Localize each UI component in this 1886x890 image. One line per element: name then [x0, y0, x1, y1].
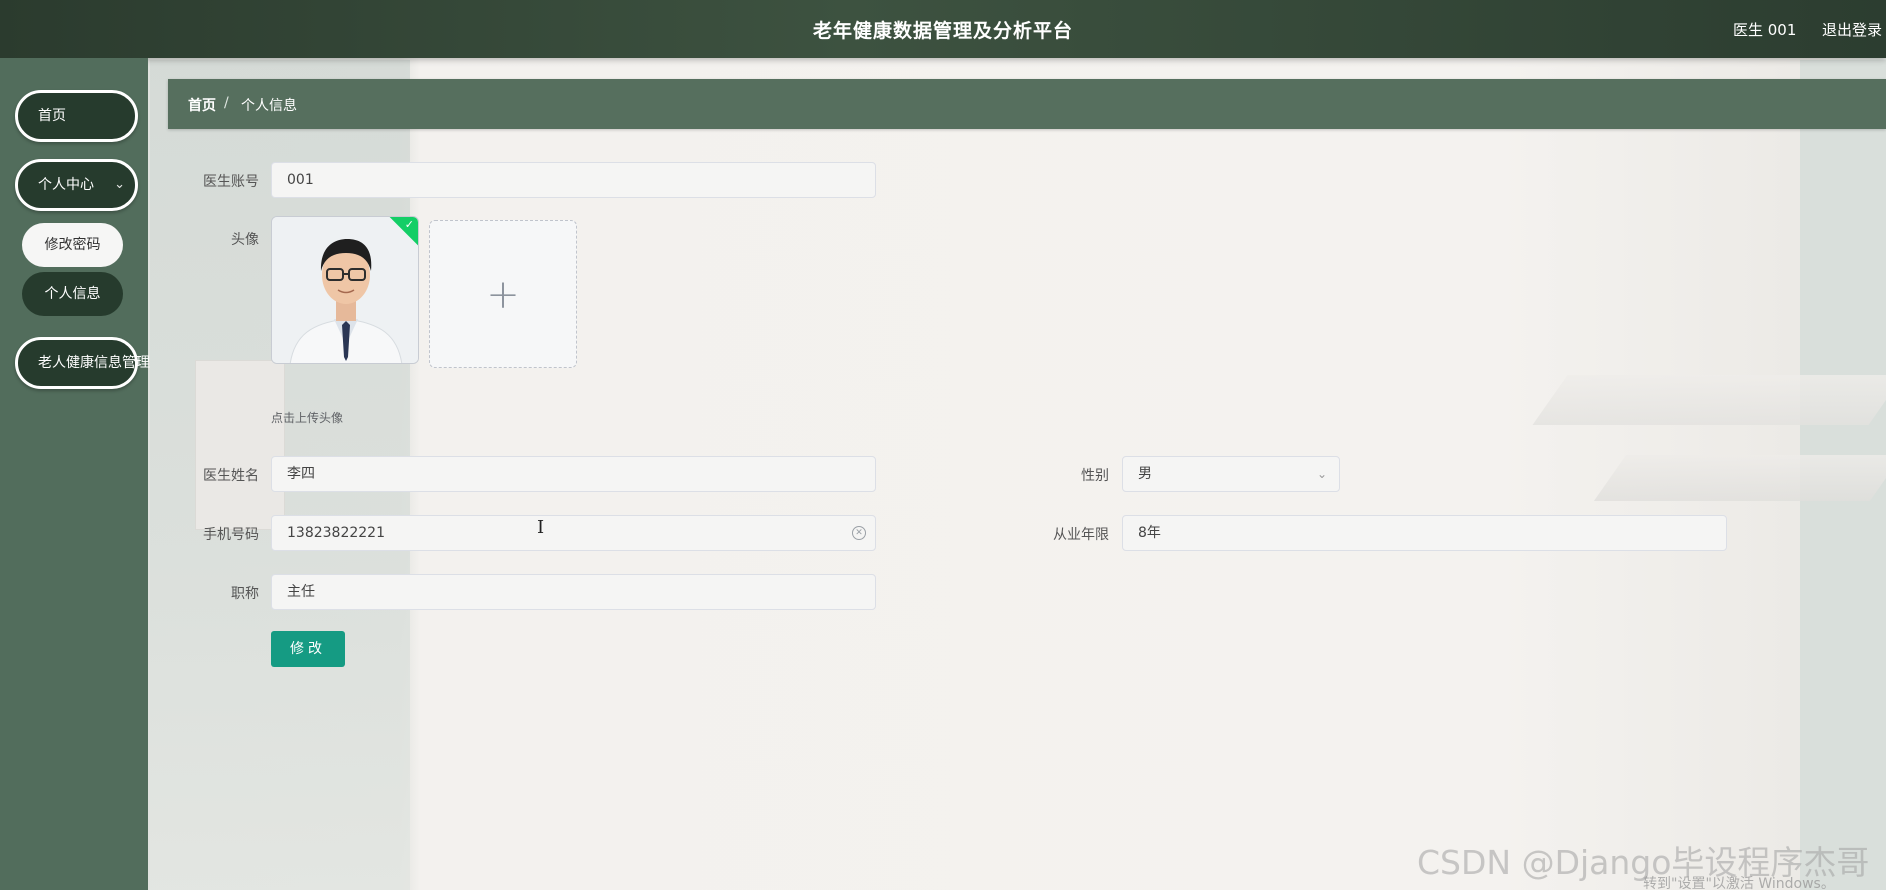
chevron-down-icon: ⌄: [114, 177, 125, 192]
gender-value: 男: [1138, 466, 1152, 482]
title-value: 主任: [287, 584, 315, 600]
avatar-image[interactable]: ✓: [271, 216, 419, 364]
name-label: 医生姓名: [203, 468, 259, 484]
background-shelf: [1593, 455, 1886, 501]
check-icon: ✓: [404, 218, 414, 231]
top-header: 老年健康数据管理及分析平台 医生 001 退出登录: [0, 0, 1886, 58]
sidebar-item-label: 首页: [38, 108, 66, 124]
account-value: 001: [287, 172, 314, 188]
background-cabinet: [195, 360, 285, 530]
phone-label: 手机号码: [203, 527, 259, 543]
windows-activation-note: 转到"设置"以激活 Windows。: [1643, 876, 1835, 890]
breadcrumb: 首页 / 个人信息: [168, 79, 1886, 129]
doctor-photo: [272, 217, 418, 363]
breadcrumb-separator: /: [224, 95, 229, 111]
chevron-down-icon: ⌄: [1316, 467, 1327, 481]
title-label: 职称: [231, 586, 259, 602]
breadcrumb-current: 个人信息: [241, 98, 297, 114]
current-user-label: 医生 001: [1733, 21, 1797, 39]
sidebar-subitem-change-password[interactable]: 修改密码: [22, 223, 123, 267]
avatar-upload-button[interactable]: +: [429, 220, 577, 368]
clear-icon[interactable]: ✕: [852, 526, 866, 540]
avatar-label: 头像: [231, 232, 259, 248]
sidebar-item-label: 老人健康信息管理: [38, 355, 150, 371]
background-shelf: [1532, 375, 1886, 425]
gender-select[interactable]: 男 ⌄: [1122, 456, 1340, 492]
sidebar-item-label: 个人中心: [38, 177, 94, 193]
years-input[interactable]: 8年: [1122, 515, 1727, 551]
phone-input[interactable]: 13823822221 ✕: [271, 515, 876, 551]
background-scene: [0, 0, 1886, 890]
sidebar-item-elderly-health[interactable]: 老人健康信息管理: [15, 337, 150, 389]
sidebar-subitem-personal-info[interactable]: 个人信息: [22, 272, 123, 316]
account-field[interactable]: 001: [271, 162, 876, 198]
breadcrumb-home[interactable]: 首页: [188, 95, 216, 115]
sidebar-item-personal-center[interactable]: 个人中心 ⌄: [15, 159, 138, 211]
logout-link[interactable]: 退出登录: [1822, 19, 1882, 40]
title-input[interactable]: 主任: [271, 574, 876, 610]
app-title: 老年健康数据管理及分析平台: [812, 20, 1073, 42]
account-label: 医生账号: [203, 174, 259, 190]
avatar-upload-hint: 点击上传头像: [271, 411, 344, 425]
sidebar-item-home[interactable]: 首页: [15, 90, 138, 142]
years-value: 8年: [1138, 525, 1161, 541]
plus-icon: +: [486, 272, 520, 318]
text-cursor-icon: I: [537, 517, 545, 538]
name-value: 李四: [287, 466, 315, 482]
name-input[interactable]: 李四: [271, 456, 876, 492]
submit-button[interactable]: 修改: [271, 631, 345, 667]
phone-value: 13823822221: [287, 525, 385, 541]
sidebar: 首页 个人中心 ⌄ 修改密码 个人信息 老人健康信息管理: [0, 58, 150, 890]
years-label: 从业年限: [1053, 527, 1109, 543]
gender-label: 性别: [1081, 468, 1109, 484]
